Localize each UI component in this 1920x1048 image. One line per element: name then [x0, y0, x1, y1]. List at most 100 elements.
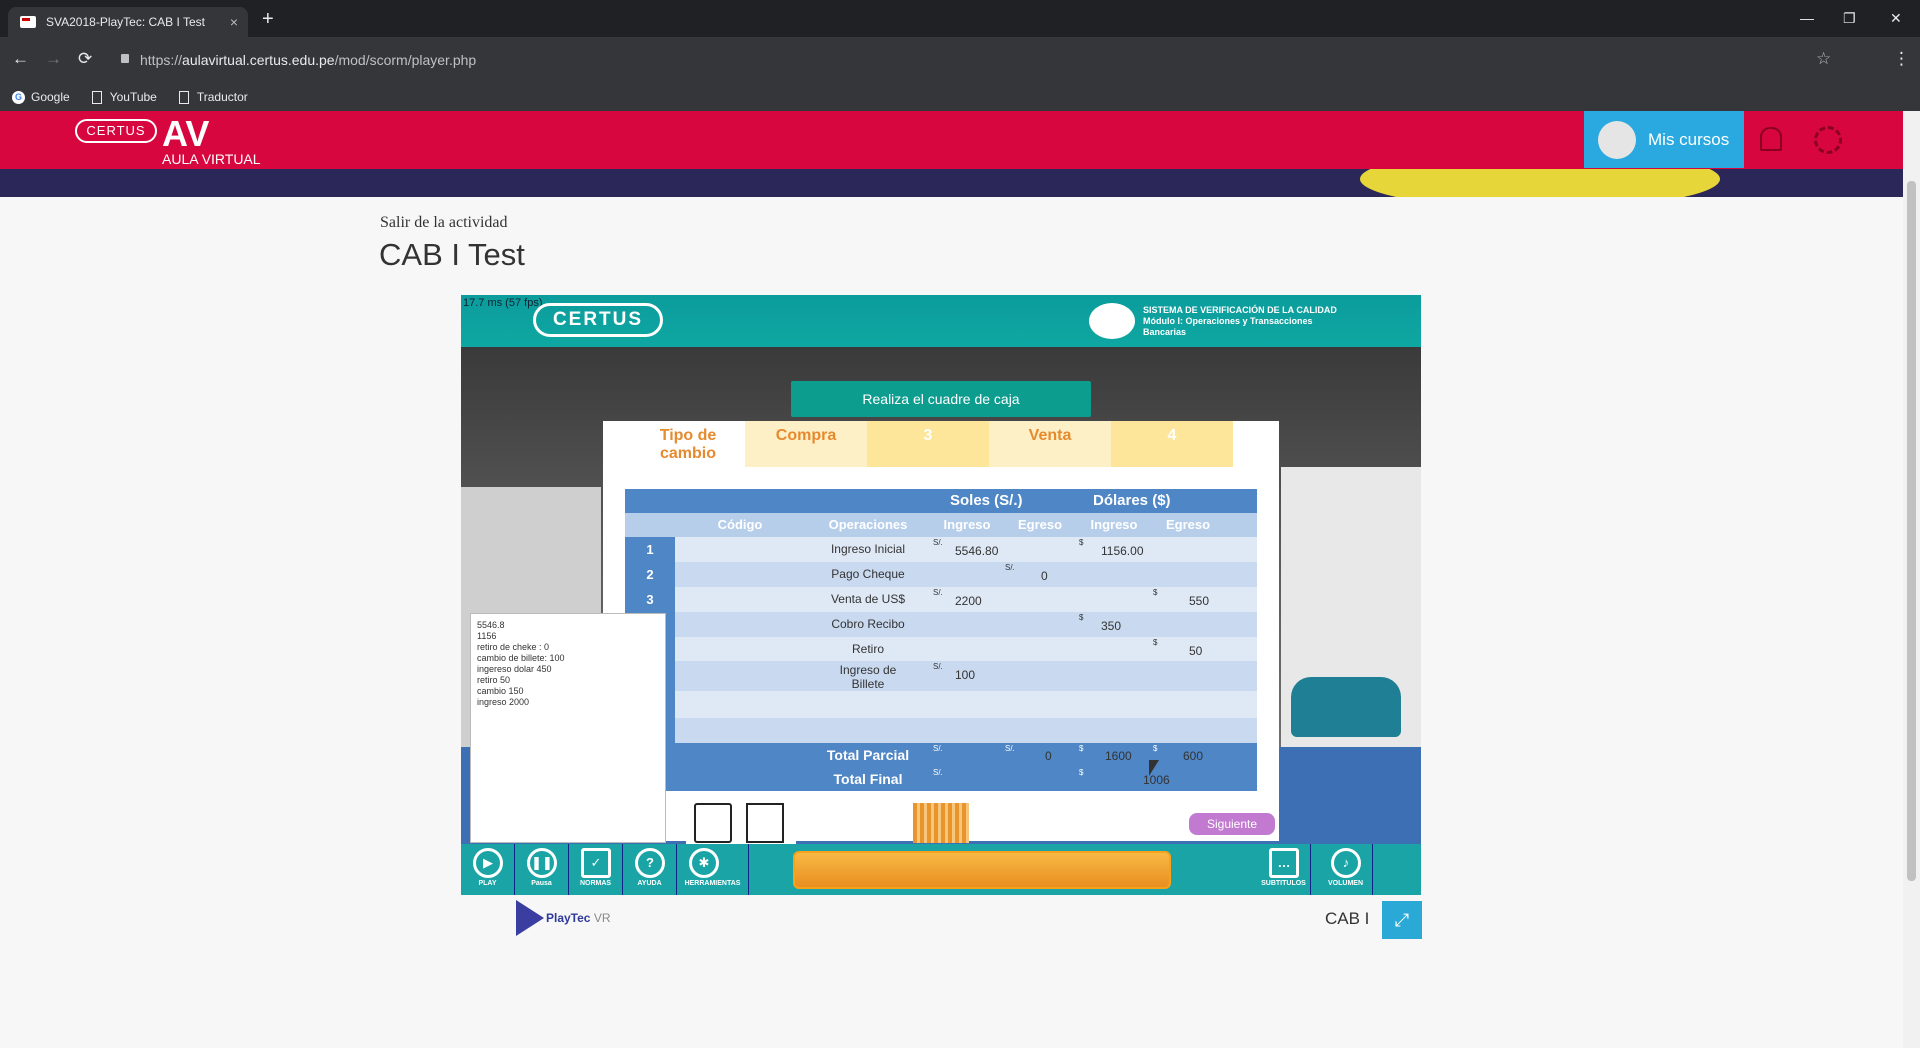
bookmarks-bar: G Google YouTube Traductor: [0, 83, 1920, 111]
maximize-button[interactable]: ❐: [1843, 10, 1856, 27]
row-operation: Pago Cheque: [831, 567, 905, 581]
lock-icon: [121, 54, 129, 63]
control-button-pausa[interactable]: ❚❚ Pausa: [515, 844, 569, 895]
row-operation: Ingreso de Billete: [839, 663, 897, 691]
close-window-button[interactable]: ✕: [1890, 10, 1902, 27]
page-icon: [91, 90, 102, 104]
cell-value-si[interactable]: 2200: [955, 594, 982, 608]
row-operation: Cobro Recibo: [831, 617, 905, 631]
control-label: Pausa: [531, 880, 552, 887]
scrollbar-thumb[interactable]: [1907, 181, 1916, 881]
col-ingreso-dolares: Ingreso: [1090, 517, 1138, 532]
note-line: ingreso 2000: [477, 697, 530, 707]
certus-logo[interactable]: CERTUS: [75, 119, 157, 143]
cell-value-si[interactable]: 5546.80: [955, 544, 998, 558]
mis-cursos-button[interactable]: Mis cursos: [1584, 111, 1744, 168]
bookmark-star-icon[interactable]: ☆: [1816, 49, 1831, 69]
bell-icon[interactable]: [1760, 127, 1782, 151]
venta-label: Venta: [989, 421, 1111, 467]
control-button-normas[interactable]: ✓ NORMAS: [569, 844, 623, 895]
cell-value-di[interactable]: 1156.00: [1101, 544, 1144, 558]
avatar: [1598, 120, 1636, 159]
minimize-button[interactable]: —: [1800, 10, 1814, 26]
sol-symbol: S/.: [1005, 563, 1015, 572]
tools-icon: ✱: [689, 848, 719, 878]
banner-decoration: [1360, 169, 1720, 197]
total-parcial-egreso-soles: 0: [1045, 749, 1052, 763]
total-parcial-label: Total Parcial: [826, 747, 910, 763]
bookmark-traductor[interactable]: Traductor: [178, 90, 248, 104]
svc-line3: Bancarias: [1143, 327, 1187, 337]
tab-title: SVA2018-PlayTec: CAB I Test: [46, 15, 205, 29]
cell-value-di[interactable]: 350: [1101, 619, 1121, 633]
total-parcial-ingreso-dolares: 1600: [1105, 749, 1132, 763]
cell-value-de[interactable]: 550: [1189, 594, 1209, 608]
bookmark-youtube[interactable]: YouTube: [91, 90, 157, 104]
tipo-cambio-label: Tipo de cambio: [659, 427, 717, 462]
browser-menu-icon[interactable]: ⋮: [1893, 49, 1910, 69]
volumen-button[interactable]: ♪ VOLUMEN: [1319, 844, 1373, 895]
fullscreen-icon[interactable]: ⤢: [1382, 901, 1422, 939]
compra-value: 3: [867, 421, 989, 467]
cell-value-si[interactable]: 100: [955, 668, 975, 682]
control-button-ayuda[interactable]: ? AYUDA: [623, 844, 677, 895]
page-icon: [178, 90, 189, 104]
cell-value-se[interactable]: 0: [1041, 569, 1048, 583]
page-scrollbar[interactable]: [1903, 111, 1920, 1048]
control-button-herramientas[interactable]: ✱ HERRAMIENTAS: [677, 844, 749, 895]
note-line: retiro de cheke : 0: [477, 642, 550, 652]
progress-bar[interactable]: [793, 851, 1171, 889]
usd-symbol: $: [1153, 638, 1158, 647]
svc-logo-icon: [1089, 303, 1135, 339]
gear-icon[interactable]: [1814, 126, 1842, 154]
cash-balance-panel: Tipo de cambio Compra 3 Venta 4 Soles (S…: [603, 421, 1279, 841]
subtitulos-button[interactable]: … SUBTITULOS: [1257, 844, 1311, 895]
total-final-row: Total Final S/. $ 1006: [625, 767, 1257, 791]
playtec-label: PlayTec VR: [546, 911, 611, 925]
instruction-banner: Realiza el cuadre de caja: [791, 381, 1091, 417]
pause-icon: ❚❚: [527, 848, 557, 878]
address-bar[interactable]: https://aulavirtual.certus.edu.pe/mod/sc…: [115, 46, 1815, 74]
back-button[interactable]: ←: [12, 49, 29, 69]
page-title: CAB I Test: [379, 237, 525, 272]
table-row: [625, 691, 1257, 718]
usd-symbol: $: [1079, 538, 1084, 547]
table-row: 3 Venta de US$ S/. 2200 $550: [625, 587, 1257, 612]
forward-button[interactable]: →: [45, 49, 62, 69]
usd-symbol: $: [1079, 613, 1084, 622]
scene-chair: [1291, 677, 1401, 737]
dolares-header: Dólares ($): [1093, 492, 1171, 509]
table-row: Cobro Recibo $350: [625, 612, 1257, 637]
note-line: retiro 50: [477, 675, 511, 685]
control-label: HERRAMIENTAS: [684, 880, 741, 887]
notes-pad[interactable]: 5546.8 1156 retiro de cheke : 0 cambio de b…: [470, 613, 666, 843]
notepad-edit-icon[interactable]: [746, 803, 784, 843]
mis-cursos-label: Mis cursos: [1648, 129, 1730, 149]
sol-symbol: S/.: [933, 588, 943, 597]
browser-tab[interactable]: SVA2018-PlayTec: CAB I Test ×: [8, 7, 248, 37]
exit-activity-link[interactable]: Salir de la actividad: [380, 214, 508, 232]
bookmark-google[interactable]: G Google: [12, 90, 70, 104]
col-egreso-dolares: Egreso: [1165, 517, 1211, 532]
reload-button[interactable]: ⟳: [78, 49, 92, 69]
control-button-play[interactable]: ▶ PLAY: [461, 844, 515, 895]
usd-symbol: $: [1153, 588, 1158, 597]
speech-bubble-icon: …: [1269, 848, 1299, 878]
row-number: 2: [625, 562, 675, 587]
table-row: Retiro $50: [625, 637, 1257, 661]
mouse-cursor-icon: [1149, 760, 1159, 776]
tab-close-icon[interactable]: ×: [230, 14, 238, 30]
note-line: ingereso dolar 450: [477, 664, 552, 674]
table-row: 2 Pago Cheque S/. 0: [625, 562, 1257, 587]
siguiente-button[interactable]: Siguiente: [1189, 813, 1275, 835]
cell-value-de[interactable]: 50: [1189, 644, 1202, 658]
url-prefix: https://: [140, 52, 183, 68]
fps-counter: 17.7 ms (57 fps): [463, 297, 543, 309]
tools-tray: [686, 795, 796, 847]
calculator-icon[interactable]: [694, 803, 732, 843]
playtec-name: PlayTec: [546, 911, 591, 925]
browser-tabstrip: SVA2018-PlayTec: CAB I Test × + — ❐ ✕: [0, 0, 1920, 37]
currency-header: Soles (S/.) Dólares ($): [625, 489, 1257, 513]
site-header: CERTUS AV AULA VIRTUAL Mis cursos: [0, 111, 1903, 169]
new-tab-button[interactable]: +: [262, 8, 274, 31]
